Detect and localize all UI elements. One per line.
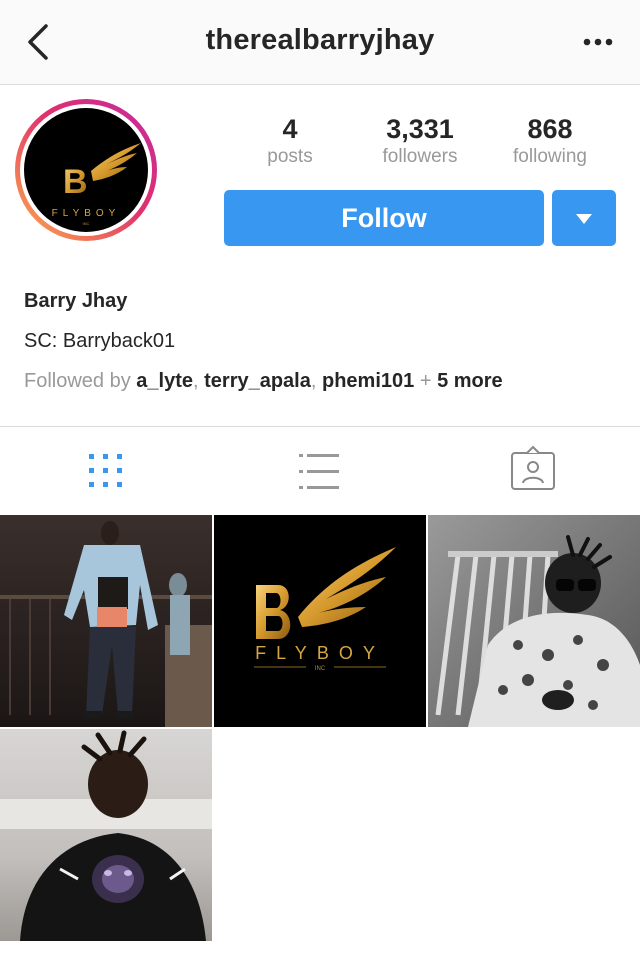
post-photo [0, 515, 212, 727]
profile-name: Barry Jhay [24, 290, 128, 312]
stat-posts[interactable]: 4 posts [230, 112, 350, 168]
post-thumbnail[interactable] [428, 515, 640, 727]
svg-text:FLYBOY: FLYBOY [52, 208, 121, 219]
svg-text:B: B [63, 163, 88, 201]
follow-button[interactable]: Follow [224, 190, 544, 246]
separator: , [310, 370, 322, 392]
stat-value: 3,331 [386, 114, 454, 144]
more-options-button[interactable] [578, 24, 618, 60]
tagged-icon [511, 445, 555, 490]
list-icon [299, 454, 339, 489]
profile-avatar[interactable]: B FLYBOY INC [13, 97, 159, 243]
stat-followers[interactable]: 3,331 followers [360, 112, 480, 168]
profile-stats: 4 posts 3,331 followers 868 following [224, 112, 616, 172]
top-bar: therealbarryjhay [0, 0, 640, 85]
post-thumbnail[interactable]: FLYBOY INC [214, 515, 426, 727]
grid-icon [89, 454, 122, 487]
profile-bio: SC: Barryback01 [24, 330, 176, 352]
tab-list[interactable] [285, 441, 355, 501]
stat-label: posts [267, 146, 313, 167]
stat-label: followers [382, 146, 458, 167]
tab-grid[interactable] [71, 441, 141, 501]
tab-tagged[interactable] [498, 441, 568, 501]
profile-view-tabs [0, 427, 640, 515]
separator: , [193, 370, 205, 392]
svg-text:INC: INC [83, 221, 90, 226]
svg-text:FLYBOY: FLYBOY [255, 643, 385, 663]
suggested-dropdown-button[interactable] [552, 190, 616, 246]
caret-down-icon [576, 214, 592, 224]
svg-text:INC: INC [315, 666, 326, 672]
post-thumbnail[interactable] [0, 729, 212, 941]
post-photo [428, 515, 640, 727]
stat-following[interactable]: 868 following [490, 112, 610, 168]
stat-value: 868 [527, 114, 573, 144]
username-title: therealbarryjhay [205, 24, 435, 56]
post-thumbnail[interactable] [0, 515, 212, 727]
mutual-follower-link[interactable]: phemi101 [322, 370, 414, 392]
stat-label: following [513, 146, 587, 167]
flyboy-logo-post: FLYBOY INC [214, 515, 426, 727]
followed-by[interactable]: Followed by a_lyte, terry_apala, phemi10… [24, 370, 503, 393]
post-photo [0, 729, 212, 941]
mutual-follower-link[interactable]: terry_apala [204, 370, 311, 392]
followed-by-prefix: Followed by [24, 370, 131, 392]
mutual-follower-link[interactable]: a_lyte [136, 370, 193, 392]
plus-separator: + [414, 370, 438, 392]
more-followers-link[interactable]: 5 more [437, 370, 503, 392]
stat-value: 4 [282, 114, 298, 144]
more-dots-icon [583, 38, 613, 46]
